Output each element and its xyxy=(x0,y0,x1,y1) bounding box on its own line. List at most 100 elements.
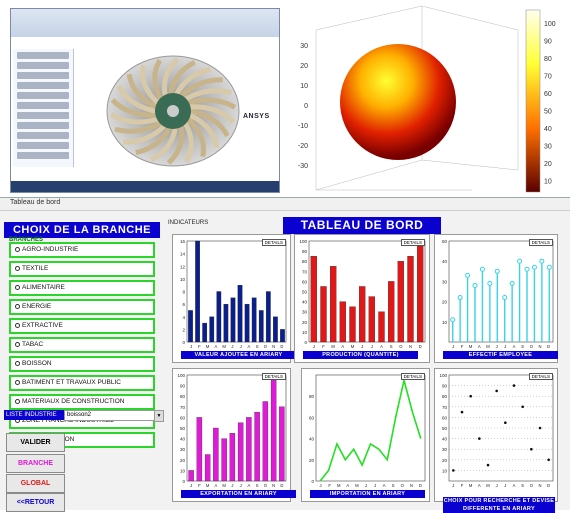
y-tick-label: 100 xyxy=(299,239,307,244)
details-button[interactable]: DETAILS xyxy=(400,373,425,380)
x-tick-label: S xyxy=(256,344,259,349)
colorbar-tick-label: 80 xyxy=(544,56,552,63)
z-tick-label: -20 xyxy=(298,143,308,150)
details-button[interactable]: DETAILS xyxy=(261,373,286,380)
branch-option[interactable]: ENERGIE xyxy=(9,299,155,315)
y-tick-label: 30 xyxy=(180,447,186,452)
colorbar-tick-label: 30 xyxy=(544,144,552,151)
branch-option[interactable]: BATIMENT ET TRAVAUX PUBLIC xyxy=(9,375,155,391)
point xyxy=(538,426,542,430)
point xyxy=(450,317,456,323)
x-tick-label: J xyxy=(313,344,315,349)
point xyxy=(452,469,455,472)
y-tick-label: 100 xyxy=(439,373,447,378)
colorbar-tick-label: 90 xyxy=(544,39,552,46)
bar xyxy=(202,322,208,343)
y-tick-label: 10 xyxy=(180,277,186,282)
branch-option[interactable]: MATERIAUX DE CONSTRUCTION xyxy=(9,394,155,410)
branch-option[interactable]: AGRO-INDUSTRIE xyxy=(9,242,155,258)
radio-icon[interactable] xyxy=(15,246,20,252)
y-tick-label: 40 xyxy=(442,259,448,264)
branch-label: ENERGIE xyxy=(22,303,52,310)
bar xyxy=(280,329,285,343)
retour-button[interactable]: <<RETOUR xyxy=(6,493,65,512)
y-tick-label: 30 xyxy=(442,447,448,452)
details-button[interactable]: DETAILS xyxy=(261,239,286,246)
chevron-down-icon[interactable]: ▼ xyxy=(154,410,164,422)
x-tick-label: M xyxy=(469,344,473,349)
branch-label: BATIMENT ET TRAVAUX PUBLIC xyxy=(22,379,121,386)
point xyxy=(530,447,533,451)
x-tick-label: J xyxy=(190,344,192,349)
colorbar-tick-label: 50 xyxy=(544,109,552,116)
x-tick-label: N xyxy=(272,483,275,488)
branch-label: TEXTILE xyxy=(22,265,49,272)
x-tick-label: J xyxy=(496,483,498,488)
x-tick-label: F xyxy=(322,344,325,349)
branch-option[interactable]: BOISSON xyxy=(9,356,155,372)
choix-branche-title: CHOIX DE LA BRANCHE xyxy=(4,222,160,238)
z-tick-label: 30 xyxy=(300,43,308,50)
x-tick-label: O xyxy=(264,344,268,349)
bar xyxy=(310,255,317,343)
details-button[interactable]: DETAILS xyxy=(528,373,553,380)
x-tick-label: J xyxy=(240,344,242,349)
liste-select[interactable]: boisson2 xyxy=(64,410,156,421)
y-tick-label: 0 xyxy=(304,340,307,345)
ansys-tree xyxy=(13,49,74,167)
y-tick-label: 20 xyxy=(442,458,448,463)
branch-option[interactable]: TABAC xyxy=(9,337,155,353)
radio-icon[interactable] xyxy=(15,398,20,404)
point xyxy=(546,264,552,270)
z-tick-label: -10 xyxy=(298,123,308,130)
bar xyxy=(407,255,414,343)
radio-icon[interactable] xyxy=(15,379,20,385)
window-title: Tableau de bord xyxy=(10,199,61,206)
x-tick-label: A xyxy=(247,483,250,488)
chart-panel: 80 60 40 20 0 J F M A M J J A S O N D DETAILS IMPORTATION … xyxy=(301,368,430,502)
z-tick-label: 20 xyxy=(300,63,308,70)
valider-button[interactable]: VALIDER xyxy=(6,433,65,452)
bar xyxy=(204,454,211,482)
radio-icon[interactable] xyxy=(15,284,20,290)
branch-option[interactable]: EXTRACTIVE xyxy=(9,318,155,334)
bar xyxy=(213,427,219,482)
bar xyxy=(237,285,243,343)
radio-icon[interactable] xyxy=(15,265,20,271)
bar xyxy=(388,281,395,343)
x-tick-label: M xyxy=(337,483,341,488)
bar xyxy=(251,297,257,343)
x-tick-label: S xyxy=(256,483,259,488)
bar xyxy=(230,297,236,343)
y-tick-label: 30 xyxy=(302,310,308,315)
ansys-toolbar xyxy=(11,9,279,37)
chart-svg: 1009080706050403020100J F M A M J J A S O N D xyxy=(177,373,287,488)
branch-option[interactable]: ALIMENTAIRE xyxy=(9,280,155,296)
x-tick-label: M xyxy=(486,344,490,349)
y-tick-label: 50 xyxy=(442,426,448,431)
z-tick-label: -30 xyxy=(298,163,308,170)
branche-button[interactable]: BRANCHE xyxy=(6,454,65,473)
colorbar-tick-label: 10 xyxy=(544,179,552,186)
radio-icon[interactable] xyxy=(15,322,20,328)
radio-icon[interactable] xyxy=(15,360,20,366)
x-tick-label: N xyxy=(410,483,413,488)
branch-option[interactable]: TEXTILE xyxy=(9,261,155,277)
chart-caption: CHOIX POUR RECHERCHE ET DEVISE DIFFERENT… xyxy=(443,497,555,513)
details-button[interactable]: DETAILS xyxy=(400,239,425,246)
x-tick-label: A xyxy=(478,344,481,349)
ansys-screenshot: ANSYS xyxy=(10,8,280,193)
colorbar-tick-label: 40 xyxy=(544,126,552,133)
radio-icon[interactable] xyxy=(15,303,20,309)
x-tick-label: A xyxy=(346,483,349,488)
x-tick-label: M xyxy=(206,344,210,349)
y-tick-label: 40 xyxy=(442,437,448,442)
x-tick-label: J xyxy=(504,344,506,349)
global-button[interactable]: GLOBAL xyxy=(6,474,65,493)
radio-icon[interactable] xyxy=(15,341,20,347)
point xyxy=(487,280,493,286)
y-tick-label: 40 xyxy=(309,437,315,442)
details-button[interactable]: DETAILS xyxy=(528,239,553,246)
x-tick-label: D xyxy=(547,344,550,349)
x-tick-label: M xyxy=(222,483,226,488)
